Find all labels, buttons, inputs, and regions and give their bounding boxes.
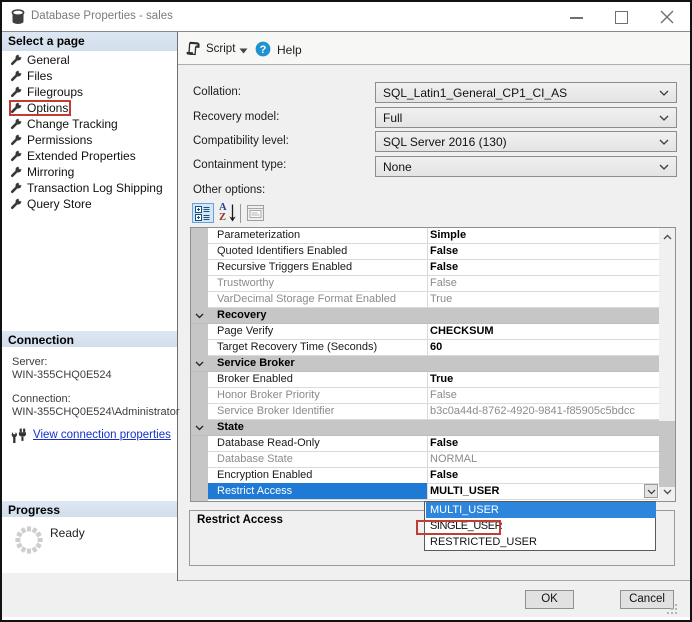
svg-text:?: ?	[260, 44, 267, 56]
